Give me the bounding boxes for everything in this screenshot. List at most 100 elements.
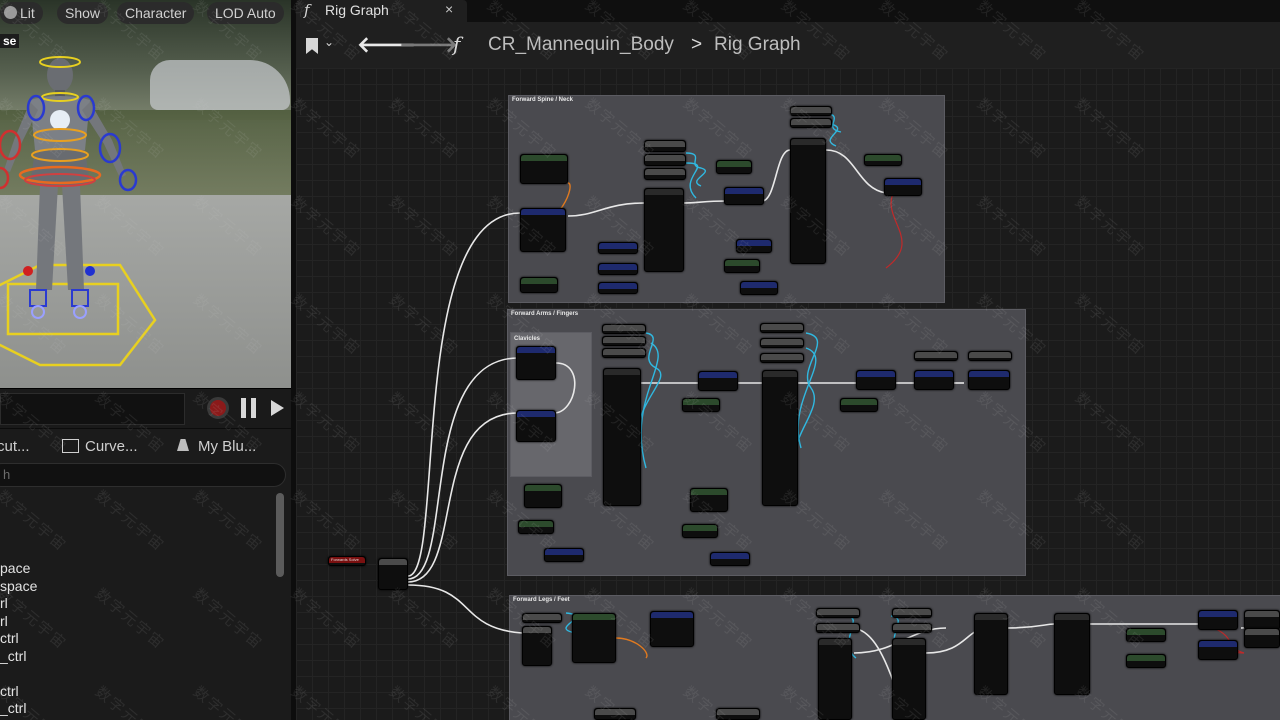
graph-node[interactable] <box>1198 640 1238 660</box>
tab-my-blueprint[interactable]: My Blu... <box>177 438 256 455</box>
graph-node[interactable] <box>1198 610 1238 630</box>
graph-node[interactable] <box>710 552 750 566</box>
graph-node[interactable] <box>974 613 1008 695</box>
timeline-slot[interactable] <box>0 393 185 425</box>
list-item[interactable]: ctrl <box>0 683 37 701</box>
graph-node[interactable] <box>856 370 896 390</box>
graph-node[interactable] <box>644 168 686 180</box>
graph-node[interactable] <box>602 348 646 358</box>
viewport-mode-label: se <box>0 34 20 48</box>
lit-mode-button[interactable]: Lit <box>0 2 43 24</box>
graph-node[interactable] <box>1244 610 1280 630</box>
graph-node[interactable] <box>644 188 684 272</box>
graph-node[interactable] <box>650 611 694 647</box>
graph-node[interactable] <box>603 368 641 506</box>
graph-node[interactable] <box>520 154 568 184</box>
list-item[interactable]: rl <box>0 595 37 613</box>
graph-node[interactable] <box>790 118 832 128</box>
rig-graph-canvas[interactable]: Forward Spine / Neck Forward Arms / Fing… <box>296 68 1280 720</box>
character-button[interactable]: Character <box>117 2 195 24</box>
graph-node[interactable] <box>740 281 778 295</box>
graph-node[interactable] <box>598 282 638 294</box>
bookmark-icon[interactable] <box>306 38 318 54</box>
graph-node[interactable] <box>522 613 562 623</box>
graph-node[interactable] <box>790 106 832 116</box>
graph-node[interactable] <box>516 346 556 380</box>
close-tab-icon[interactable]: × <box>445 1 453 17</box>
graph-node[interactable] <box>1126 654 1166 668</box>
graph-node[interactable] <box>690 488 728 512</box>
hierarchy-search-input[interactable]: h <box>0 463 286 487</box>
graph-node[interactable] <box>598 242 638 254</box>
graph-node[interactable] <box>892 623 932 633</box>
list-item[interactable]: rl <box>0 613 37 631</box>
lod-auto-button[interactable]: LOD Auto <box>207 2 284 24</box>
graph-node[interactable] <box>516 410 556 442</box>
graph-node[interactable] <box>598 263 638 275</box>
graph-node[interactable] <box>524 484 562 508</box>
list-item[interactable]: pace <box>0 560 37 578</box>
mannequin-character[interactable] <box>0 0 291 388</box>
list-item[interactable]: space <box>0 578 37 596</box>
breadcrumb-graph[interactable]: Rig Graph <box>714 34 801 56</box>
graph-node[interactable] <box>682 398 720 412</box>
tab-shortcuts[interactable]: cut... <box>0 438 30 455</box>
graph-node[interactable] <box>724 259 760 273</box>
graph-node[interactable] <box>544 548 584 562</box>
forward-arrow-icon[interactable]: 🡒 <box>399 32 458 58</box>
graph-node[interactable] <box>816 623 860 633</box>
graph-node[interactable] <box>892 638 926 720</box>
graph-node[interactable] <box>968 370 1010 390</box>
graph-node[interactable] <box>760 353 804 363</box>
tab-label: Rig Graph <box>325 2 389 18</box>
graph-node[interactable] <box>818 638 852 720</box>
graph-node[interactable] <box>1054 613 1090 695</box>
graph-node[interactable] <box>602 324 646 334</box>
graph-node[interactable] <box>572 613 616 663</box>
graph-node[interactable] <box>518 520 554 534</box>
graph-node[interactable] <box>520 208 566 252</box>
list-item[interactable] <box>0 665 37 683</box>
graph-node[interactable] <box>716 160 752 174</box>
show-button[interactable]: Show <box>57 2 109 24</box>
graph-node[interactable] <box>762 370 798 506</box>
breadcrumb-asset[interactable]: CR_Mannequin_Body <box>488 34 674 56</box>
graph-node[interactable] <box>644 140 686 152</box>
graph-node[interactable] <box>682 524 718 538</box>
chevron-down-icon[interactable]: ⌄ <box>324 35 334 49</box>
graph-node[interactable] <box>594 708 636 720</box>
play-button[interactable] <box>271 400 284 416</box>
hierarchy-scrollbar[interactable] <box>276 493 284 577</box>
graph-node[interactable] <box>736 239 772 253</box>
pause-button[interactable] <box>241 398 257 418</box>
graph-node[interactable] <box>602 336 646 346</box>
graph-node[interactable] <box>760 323 804 333</box>
tab-curves[interactable]: Curve... <box>62 438 138 455</box>
graph-node[interactable] <box>914 351 958 361</box>
graph-node[interactable] <box>644 154 686 166</box>
graph-node[interactable] <box>816 608 860 618</box>
graph-node[interactable] <box>892 608 932 618</box>
graph-node[interactable] <box>760 338 804 348</box>
viewport[interactable]: Lit Show Character LOD Auto se <box>0 0 291 388</box>
list-item[interactable]: _ctrl <box>0 648 37 666</box>
graph-node[interactable] <box>1126 628 1166 642</box>
forwards-solve-event-node[interactable]: Forwards Solve <box>328 556 366 566</box>
graph-node[interactable] <box>698 371 738 391</box>
sequence-node[interactable] <box>378 558 408 590</box>
tab-rig-graph[interactable]: f Rig Graph × <box>296 0 467 22</box>
graph-node[interactable] <box>1244 628 1280 648</box>
graph-node[interactable] <box>520 277 558 293</box>
graph-node[interactable] <box>716 708 760 720</box>
graph-node[interactable] <box>790 138 826 264</box>
graph-node[interactable] <box>864 154 902 166</box>
graph-node[interactable] <box>840 398 878 412</box>
list-item[interactable]: ctrl <box>0 630 37 648</box>
record-button[interactable] <box>207 397 229 419</box>
graph-node[interactable] <box>968 351 1012 361</box>
graph-node[interactable] <box>522 626 552 666</box>
list-item[interactable]: _ctrl <box>0 700 37 718</box>
graph-node[interactable] <box>914 370 954 390</box>
graph-node[interactable] <box>884 178 922 196</box>
graph-node[interactable] <box>724 187 764 205</box>
